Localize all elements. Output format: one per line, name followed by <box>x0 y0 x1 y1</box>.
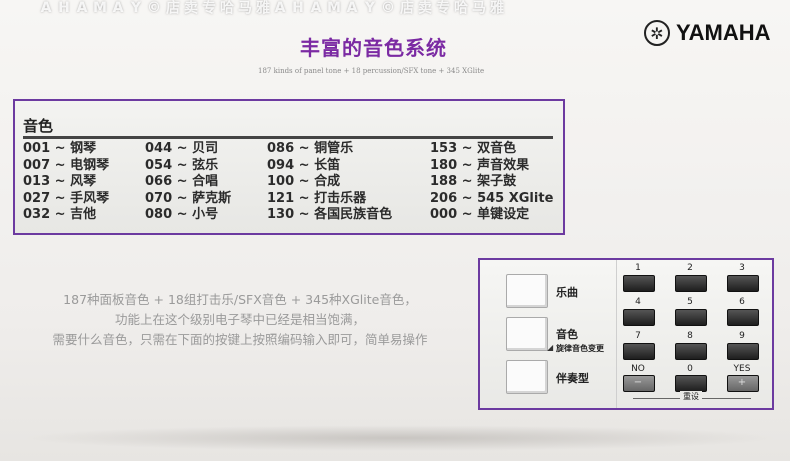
key-label: 6 <box>739 297 745 307</box>
watermark-char: A <box>344 0 360 16</box>
number-key-2[interactable] <box>675 275 707 292</box>
watermark-char: 马 <box>236 0 252 14</box>
watermark-char: 雅 <box>254 0 270 14</box>
key-label: 0 <box>687 364 693 374</box>
watermark-char: © <box>380 0 396 16</box>
key-label: 7 <box>635 331 641 341</box>
watermark-char: H <box>56 0 72 16</box>
key-label: 9 <box>739 331 745 341</box>
watermark-char: H <box>290 0 306 16</box>
plus-icon: + <box>737 377 747 388</box>
watermark-char: 专 <box>434 0 450 14</box>
song-category-label: 乐曲 <box>556 286 578 299</box>
number-key-5[interactable] <box>675 309 707 326</box>
watermark-char: 卖 <box>182 0 198 14</box>
style-category-label: 伴奏型 <box>556 372 589 385</box>
key-label: YES <box>733 364 751 374</box>
voice-category-label: 音色 <box>556 328 578 341</box>
voice-category-button[interactable] <box>506 317 548 351</box>
watermark: 雅 马 哈 专 卖 店 © Y A M A H A 雅 马 哈 专 卖 店 © … <box>38 0 505 461</box>
minus-icon: − <box>633 377 643 388</box>
key-label: 3 <box>739 263 745 273</box>
keypad-panel: 乐曲 音色 旋律音色变更 ◢ 伴奏型 1 2 3 4 5 6 7 8 9 NO … <box>478 258 774 410</box>
watermark-char: Y <box>128 0 144 16</box>
watermark-char: A <box>272 0 288 16</box>
song-category-button[interactable] <box>506 274 548 308</box>
voice-category-sublabel: 旋律音色变更 <box>556 344 604 353</box>
key-label: 4 <box>635 297 641 307</box>
watermark-char: 哈 <box>218 0 234 14</box>
watermark-char: 卖 <box>416 0 432 14</box>
keypad-divider <box>616 260 617 408</box>
number-key-6[interactable] <box>727 309 759 326</box>
number-key-3[interactable] <box>727 275 759 292</box>
watermark-char: 店 <box>398 0 414 14</box>
watermark-char: 哈 <box>452 0 468 14</box>
watermark-char: 马 <box>470 0 486 14</box>
number-key-0[interactable] <box>675 375 707 392</box>
tuning-fork-emblem-icon: ✲ <box>644 20 670 46</box>
triangle-marker-icon: ◢ <box>547 343 554 352</box>
watermark-char: A <box>74 0 90 16</box>
watermark-char: 专 <box>200 0 216 14</box>
number-key-4[interactable] <box>623 309 655 326</box>
number-key-8[interactable] <box>675 343 707 360</box>
key-label: 1 <box>635 263 641 273</box>
key-label: 8 <box>687 331 693 341</box>
watermark-char: A <box>38 0 54 16</box>
style-category-button[interactable] <box>506 360 548 394</box>
watermark-char: 店 <box>164 0 180 14</box>
watermark-char: A <box>110 0 126 16</box>
number-key-9[interactable] <box>727 343 759 360</box>
key-label: 2 <box>687 263 693 273</box>
watermark-char: 雅 <box>488 0 504 14</box>
watermark-char: Y <box>362 0 378 16</box>
reset-label: 重设 <box>680 391 702 402</box>
watermark-char: M <box>326 0 342 16</box>
watermark-char: M <box>92 0 108 16</box>
key-label: NO <box>631 364 645 374</box>
logo-text: YAMAHA <box>676 20 771 45</box>
yamaha-logo: ✲ YAMAHA <box>644 18 771 48</box>
number-key-7[interactable] <box>623 343 655 360</box>
watermark-char: A <box>308 0 324 16</box>
key-label: 5 <box>687 297 693 307</box>
number-key-1[interactable] <box>623 275 655 292</box>
watermark-char: © <box>146 0 162 16</box>
